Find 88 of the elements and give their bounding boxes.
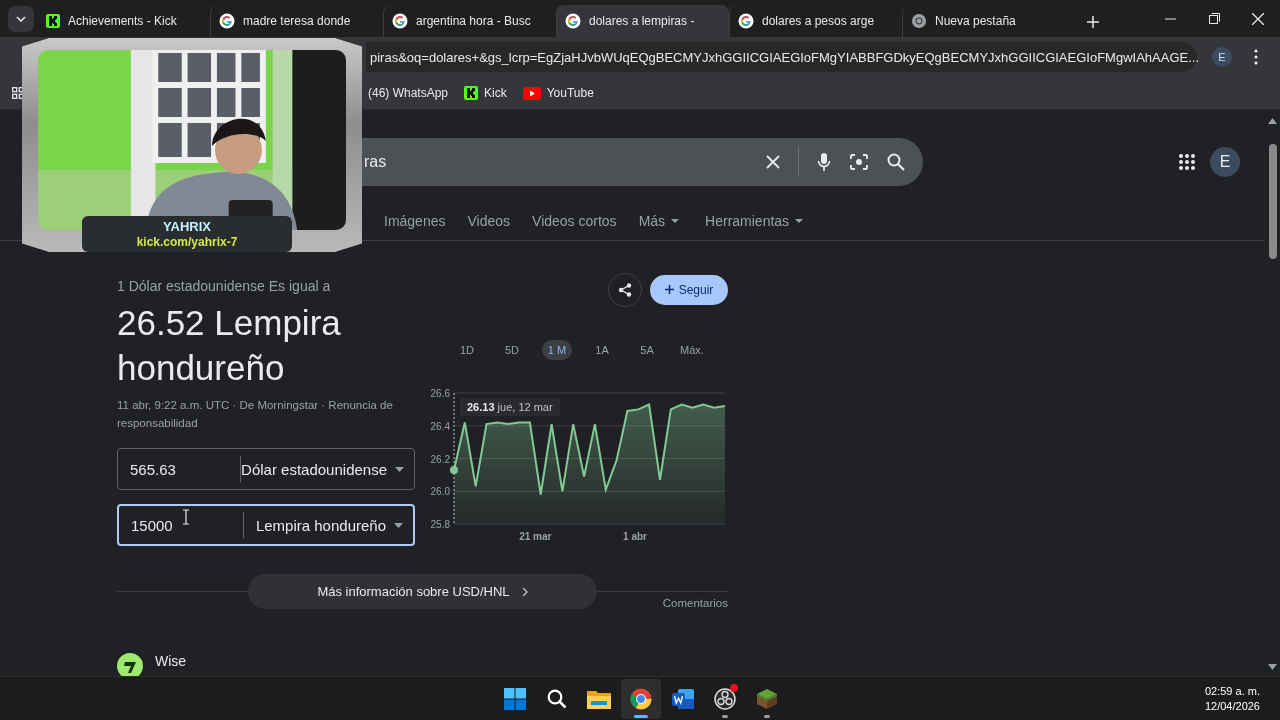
exchange-result: 26.52 Lempira hondureño [117,302,342,389]
browser-logo-icon[interactable] [630,687,652,710]
amount-field[interactable]: 565.63 [118,456,242,482]
logo-icon [46,14,60,28]
camera-icon[interactable] [849,153,869,171]
search-tab[interactable]: Imágenes [384,211,446,231]
currency-dropdown[interactable]: Dólar estadounidense [241,460,414,478]
browser-tab[interactable]: Achievements - Kick [38,5,210,37]
bookmark[interactable]: Kick [464,86,507,100]
new-tab-icon[interactable] [1087,16,1099,28]
search-icon[interactable] [547,688,567,709]
search-tab[interactable]: Más [638,211,680,231]
text-cursor-icon [182,509,190,525]
running-indicator [634,714,648,718]
caret-icon [394,522,403,528]
plus-icon [664,285,674,294]
apps-icon[interactable] [1178,153,1196,171]
heading-text: 1 Dólar estadounidense Es igual a [117,277,332,296]
search-icon[interactable] [887,153,905,171]
browser-tab[interactable]: dolares a lempiras - [556,5,729,37]
minimize-icon [1164,17,1176,20]
circle-logo-icon [911,13,927,29]
search-field[interactable]: ras [362,138,923,186]
result-site-name[interactable]: Wise [155,653,187,669]
bookmark[interactable]: YouTube [522,86,594,100]
caret-icon [671,219,680,223]
profile-avatar[interactable]: E [1212,47,1232,67]
y-tick-label: 26.2 [430,453,450,465]
ring-logo-icon [565,13,581,29]
streamer-name: YAHRIX [163,218,211,235]
menu-icon[interactable] [1254,49,1258,65]
amount-field[interactable]: 15000 [119,512,244,538]
y-tick-label: 26.0 [430,486,450,498]
grass-block-icon[interactable] [756,687,778,710]
more-info-button[interactable]: Más información sobre USD/HNL [248,574,597,609]
bookmark[interactable]: (46) WhatsApp [368,86,449,100]
caret-icon [395,466,404,472]
notification-dot [730,683,738,692]
search-tab[interactable]: Videos [467,211,511,231]
play-logo-icon [522,86,541,100]
chevron-icon [521,586,528,597]
feedback-link[interactable]: Comentarios [597,596,728,610]
share-icon [618,282,632,297]
y-tick-label: 25.8 [430,519,450,530]
recorder-icon[interactable] [714,687,736,710]
clock[interactable]: 02:59 a. m. 12/04/2026 [1204,683,1260,714]
tab-list-button[interactable] [8,6,34,32]
document-app-icon[interactable] [672,687,694,710]
microphone-icon[interactable] [817,152,831,172]
range-tab[interactable]: Máx. [677,340,707,360]
source-text: 11 abr, 9:22 a.m. UTC · De Morningstar · Renuncia de responsabilidad [117,398,394,431]
caret-icon [16,16,26,22]
ring-logo-icon [738,13,754,29]
scroll-down-icon[interactable] [1268,664,1277,670]
follow-button[interactable]: Seguir [650,274,728,305]
range-tab[interactable]: 5D [497,340,527,360]
caret-icon [795,219,804,223]
running-indicator [764,714,770,718]
ring-logo-icon [219,13,235,29]
logo-icon [464,86,479,100]
y-tick-label: 26.6 [430,388,450,399]
restore-icon [1208,13,1220,24]
channel-link[interactable]: kick.com/yahrix-7 [136,234,238,250]
windows-logo-icon[interactable] [504,687,526,710]
close-icon [1252,12,1264,25]
range-tab[interactable]: 1A [587,340,617,360]
search-tab[interactable]: Herramientas [705,211,804,231]
x-tick-label: 1 abr [623,531,647,542]
clear-icon[interactable] [766,155,780,169]
scroll-up-icon[interactable] [1268,118,1277,124]
search-tab[interactable]: Videos cortos [532,211,617,231]
folder-icon[interactable] [587,688,611,709]
running-indicator [722,714,728,718]
y-tick-label: 26.4 [430,420,450,432]
account-avatar[interactable]: E [1210,147,1240,177]
clock-time: 02:59 a. m. [1204,683,1260,699]
ring-logo-icon [392,13,408,29]
x-tick-label: 21 mar [519,531,552,542]
site-logo-icon [117,653,143,676]
address-bar[interactable]: piras&oq=dolares+&gs_lcrp=EgZjaHJvbWUqEQgBECMYJxhGGIICGIAEGIoFMgYIABBFGDkyEQgBECMYJxhGGIICGIAEGIoFMgwIAhAAGE... [366,42,1197,72]
range-tab[interactable]: 1 M [542,340,572,360]
url-text: piras&oq=dolares+&gs_lcrp=EgZjaHJvbWUqEQgBECMYJxhGGIICGIAEGIoFMgYIABBFGDkyEQgBECMYJxhGGIICGIAEGIoFMgwIAhAAGE... [370,49,1200,65]
range-tab[interactable]: 1D [452,340,482,360]
range-tab[interactable]: 5A [632,340,662,360]
chart-tooltip: 26.13 jue, 12 mar [460,398,560,416]
currency-dropdown[interactable]: Lempira hondureño [244,516,413,534]
scroll-thumb[interactable] [1268,144,1277,259]
clock-date: 12/04/2026 [1204,698,1260,714]
